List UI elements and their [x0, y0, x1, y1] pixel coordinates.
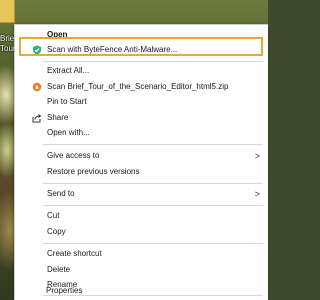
menu-item-label: Send to	[47, 189, 75, 198]
menu-item-label: Open with...	[47, 128, 90, 137]
menu-item-scan-file[interactable]: Scan Brief_Tour_of_the_Scenario_Editor_h…	[15, 79, 268, 95]
menu-item-label: Pin to Start	[47, 97, 87, 106]
menu-separator	[43, 183, 263, 184]
menu-item-label: Scan with ByteFence Anti-Malware...	[47, 45, 178, 54]
menu-item-give-access-to[interactable]: Give access to >	[15, 148, 268, 164]
menu-item-label: Delete	[47, 265, 71, 274]
menu-separator	[43, 144, 263, 145]
bytefence-shield-icon	[32, 45, 42, 55]
menu-item-open[interactable]: Open	[15, 27, 268, 43]
menu-separator	[43, 243, 263, 244]
menu-item-restore-previous-versions[interactable]: Restore previous versions	[15, 164, 268, 180]
menu-item-create-shortcut[interactable]: Create shortcut	[15, 246, 268, 262]
menu-item-label: Share	[47, 113, 69, 122]
menu-separator	[43, 61, 263, 62]
chevron-right-icon: >	[254, 189, 260, 199]
menu-item-open-with[interactable]: Open with...	[15, 125, 268, 141]
menu-item-label: Cut	[47, 211, 60, 220]
menu-item-label: Restore previous versions	[47, 167, 140, 176]
menu-item-label: Copy	[47, 227, 66, 236]
menu-item-label: Extract All...	[47, 66, 90, 75]
menu-item-send-to[interactable]: Send to >	[15, 186, 268, 202]
menu-separator	[43, 205, 263, 206]
menu-item-delete[interactable]: Delete	[15, 262, 268, 278]
context-menu: Open Scan with ByteFence Anti-Malware...…	[14, 24, 268, 300]
menu-item-pin-to-start[interactable]: Pin to Start	[15, 94, 268, 110]
menu-item-extract-all[interactable]: Extract All...	[15, 63, 268, 79]
menu-item-label: Properties	[46, 286, 83, 295]
menu-item-label: Give access to	[47, 151, 100, 160]
share-icon	[32, 113, 42, 123]
menu-item-label: Open	[47, 30, 68, 39]
menu-item-share[interactable]: Share	[15, 110, 268, 126]
menu-item-label: Create shortcut	[47, 249, 102, 258]
avast-icon	[32, 82, 42, 92]
menu-item-scan-bytefence[interactable]: Scan with ByteFence Anti-Malware...	[15, 42, 268, 58]
chevron-right-icon: >	[254, 151, 260, 161]
menu-item-label: Scan Brief_Tour_of_the_Scenario_Editor_h…	[47, 82, 229, 91]
zip-folder-icon[interactable]	[0, 0, 15, 23]
menu-item-properties-label[interactable]: Properties	[14, 283, 267, 299]
menu-item-copy[interactable]: Copy	[15, 224, 268, 240]
menu-item-cut[interactable]: Cut	[15, 208, 268, 224]
